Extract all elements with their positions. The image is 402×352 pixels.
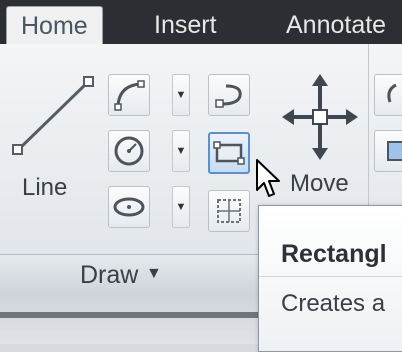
polyline-button[interactable]	[108, 74, 150, 116]
tab-insert[interactable]: Insert	[140, 6, 231, 44]
move-icon	[282, 74, 358, 160]
tooltip-separator	[259, 276, 402, 277]
move-button[interactable]	[280, 70, 360, 165]
rotate-icon	[387, 83, 397, 103]
panel-title-draw: Draw	[80, 261, 139, 289]
arc-icon	[215, 84, 242, 108]
rectangle-button[interactable]	[208, 132, 250, 174]
copy-icon	[387, 141, 402, 161]
ribbon-tab-bar: Home Insert Annotate	[0, 0, 402, 44]
arc-button[interactable]	[208, 74, 250, 116]
drawing-area-strip	[0, 294, 258, 344]
tooltip-description: Creates a	[281, 290, 386, 317]
polyline-dropdown[interactable]: ▼	[172, 74, 190, 116]
rectangle-icon	[213, 141, 245, 165]
polyline-icon	[114, 80, 145, 111]
chevron-down-icon: ▼	[175, 145, 187, 157]
line-icon	[12, 76, 94, 155]
chevron-down-icon: ▼	[175, 89, 187, 101]
tab-home[interactable]: Home	[6, 6, 103, 44]
chevron-down-icon: ▼	[175, 201, 187, 213]
tooltip: Rectangl Creates a	[258, 205, 402, 352]
hatch-button[interactable]	[208, 190, 250, 232]
circle-button[interactable]	[108, 130, 150, 172]
ellipse-button[interactable]	[108, 186, 150, 228]
move-label: Move	[290, 170, 349, 197]
drawing-border	[0, 312, 258, 318]
line-label: Line	[22, 174, 68, 201]
mouse-cursor-icon	[256, 159, 280, 197]
circle-dropdown[interactable]: ▼	[172, 130, 190, 172]
chevron-down-icon: ▼	[146, 265, 162, 282]
circle-icon	[114, 136, 144, 166]
ellipse-icon	[113, 197, 145, 217]
hatch-icon	[217, 199, 241, 223]
ribbon-tool-partial-2[interactable]	[374, 130, 402, 172]
ribbon-tool-partial-1[interactable]	[374, 74, 402, 116]
ellipse-dropdown[interactable]: ▼	[172, 186, 190, 228]
line-button[interactable]	[8, 70, 98, 180]
tab-annotate[interactable]: Annotate	[272, 6, 400, 44]
tooltip-title: Rectangl	[281, 240, 387, 268]
